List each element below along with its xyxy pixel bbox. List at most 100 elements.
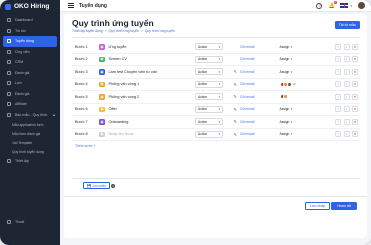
step-name-input[interactable]: Phỏng vấn vòng 1 [109,82,195,86]
action-select[interactable]: Action ▾ [194,93,223,101]
step-name-input[interactable]: Offer [109,107,195,111]
move-down-icon[interactable]: ↓ [343,106,350,113]
assign-slot[interactable]: Assign ▾ [280,120,308,124]
sidebar-item[interactable]: Ứng viên [0,47,60,58]
save-draft-button[interactable]: Lưu nháp [305,202,331,210]
edit-icon[interactable]: ✎ [234,132,238,137]
step-icon[interactable]: ▣ [99,106,105,112]
step-icon[interactable]: ▣ [99,119,105,125]
action-select[interactable]: Action ▾ [194,55,223,63]
assignee-avatars[interactable]: +3 [279,81,295,87]
delete-icon[interactable]: ✕ [352,106,358,113]
send-email-link[interactable]: Gửi email [240,132,254,136]
move-up-icon[interactable]: ↑ [335,131,341,138]
delete-icon[interactable]: ✕ [352,131,358,138]
save-template-button[interactable]: 💾 Lưu mẫu [83,182,110,189]
step-icon[interactable]: ▣ [99,81,105,87]
move-down-icon[interactable]: ↓ [343,43,350,50]
delete-icon[interactable]: ✕ [352,43,358,50]
sidebar-item[interactable]: Báo mẫu - Quy trình ▴ [0,110,60,121]
edit-icon[interactable]: ✎ [234,69,238,74]
action-select[interactable]: Action ▾ [194,68,223,76]
action-select[interactable]: Action ▾ [194,43,223,51]
edit-icon[interactable]: ✎ [234,94,238,99]
step-icon[interactable]: ▣ [99,131,105,137]
sidebar-item[interactable]: Đánh giá [0,89,60,100]
move-up-icon[interactable]: ↑ [335,106,341,113]
step-name-input[interactable]: Phỏng vấn vòng 2 [109,95,195,99]
sidebar-item[interactable]: CRM [0,57,60,68]
assign-slot[interactable] [279,94,308,100]
step-icon[interactable]: ▣ [99,69,105,75]
step-icon[interactable]: ▣ [99,94,105,100]
move-up-icon[interactable]: ↑ [335,93,341,100]
send-email-link[interactable]: Gửi email [240,107,254,111]
sidebar-item-settings[interactable]: Thiết lập [0,156,60,167]
assign-slot[interactable]: Assign ▾ [280,132,308,136]
chevron-down-icon[interactable]: ▾ [350,4,352,8]
action-select[interactable]: Action ▾ [194,105,223,113]
delete-icon[interactable]: ✕ [352,118,358,125]
sidebar-subitem[interactable]: Quy trình tuyển dụng [0,147,60,156]
sidebar-subitem[interactable]: Job Template [0,138,60,147]
step-icon[interactable]: ▣ [99,56,105,62]
move-down-icon[interactable]: ↓ [343,68,350,75]
sidebar-subitem[interactable]: Mẫu application form [0,120,60,129]
move-up-icon[interactable]: ↑ [335,56,341,63]
user-avatar[interactable] [358,2,365,9]
assign-slot[interactable]: Assign ▾ [280,70,308,74]
uk-flag-icon[interactable] [340,3,349,8]
delete-icon[interactable]: ✕ [352,93,358,100]
move-down-icon[interactable]: ↓ [343,56,350,63]
brand[interactable]: OKO Hiring [0,0,60,13]
breadcrumb-item[interactable]: Thiết lập tuyển dụng [72,29,103,33]
action-select[interactable]: Action ▾ [194,130,223,138]
assign-slot[interactable]: +3 [279,81,308,87]
send-email-link[interactable]: Gửi email [240,45,254,49]
send-email-link[interactable]: Gửi email [240,57,254,61]
send-email-link[interactable]: Gửi email [240,120,254,124]
sidebar-logout[interactable]: Thoát [0,217,60,228]
assign-slot[interactable]: Assign ▾ [280,45,308,49]
edit-icon[interactable]: ✎ [234,107,238,112]
assignee-avatars[interactable] [279,94,288,100]
action-select[interactable]: Action ▾ [194,118,223,126]
help-icon[interactable]: ? [316,2,323,9]
breadcrumb-item[interactable]: Quy trình ứng tuyển [109,29,139,33]
hamburger-menu-icon[interactable] [68,3,74,8]
delete-icon[interactable]: ✕ [352,81,358,88]
notification-bell-icon[interactable]: 🔔 1 [328,0,338,9]
info-icon[interactable]: i [111,183,115,188]
move-down-icon[interactable]: ↓ [343,81,350,88]
step-name-input[interactable]: Làm test Chuyên viên tư vấn [109,70,195,74]
sidebar-item[interactable]: Tuyển dụng [3,36,57,47]
step-name-input[interactable]: Onboarding [109,120,195,124]
step-name-input[interactable]: Screen CV [109,57,195,61]
step-name-input[interactable]: Ứng tuyển [109,45,195,49]
move-down-icon[interactable]: ↓ [343,118,350,125]
send-email-link[interactable]: Gửi email [240,95,254,99]
assign-slot[interactable]: Assign ▾ [280,57,308,61]
logout-item[interactable]: Thoát [0,217,60,228]
edit-icon[interactable]: ✎ [234,82,238,87]
move-up-icon[interactable]: ↑ [335,118,341,125]
move-up-icon[interactable]: ↑ [335,68,341,75]
sidebar-item[interactable]: Dashboard [0,15,60,26]
send-email-link[interactable]: Gửi email [240,70,254,74]
step-icon[interactable]: ▣ [99,44,105,50]
sidebar-item[interactable]: Đánh giá [0,68,60,79]
action-select[interactable]: Action ▾ [194,80,223,88]
edit-icon[interactable]: ✎ [234,119,238,124]
move-down-icon[interactable]: ↓ [343,131,350,138]
assign-slot[interactable]: Assign ▾ [280,107,308,111]
delete-icon[interactable]: ✕ [352,56,358,63]
sidebar-item[interactable]: Tin tức [0,26,60,37]
delete-icon[interactable]: ✕ [352,68,358,75]
move-up-icon[interactable]: ↑ [335,81,341,88]
step-name-input[interactable]: Nhập tên bước [109,132,195,136]
move-up-icon[interactable]: ↑ [335,43,341,50]
send-email-link[interactable]: Gửi email [240,82,254,86]
load-template-button[interactable]: Tải từ mẫu [334,21,360,29]
sidebar-subitem[interactable]: Mẫu form đánh giá [0,129,60,138]
sidebar-item[interactable]: Lịch [0,78,60,89]
